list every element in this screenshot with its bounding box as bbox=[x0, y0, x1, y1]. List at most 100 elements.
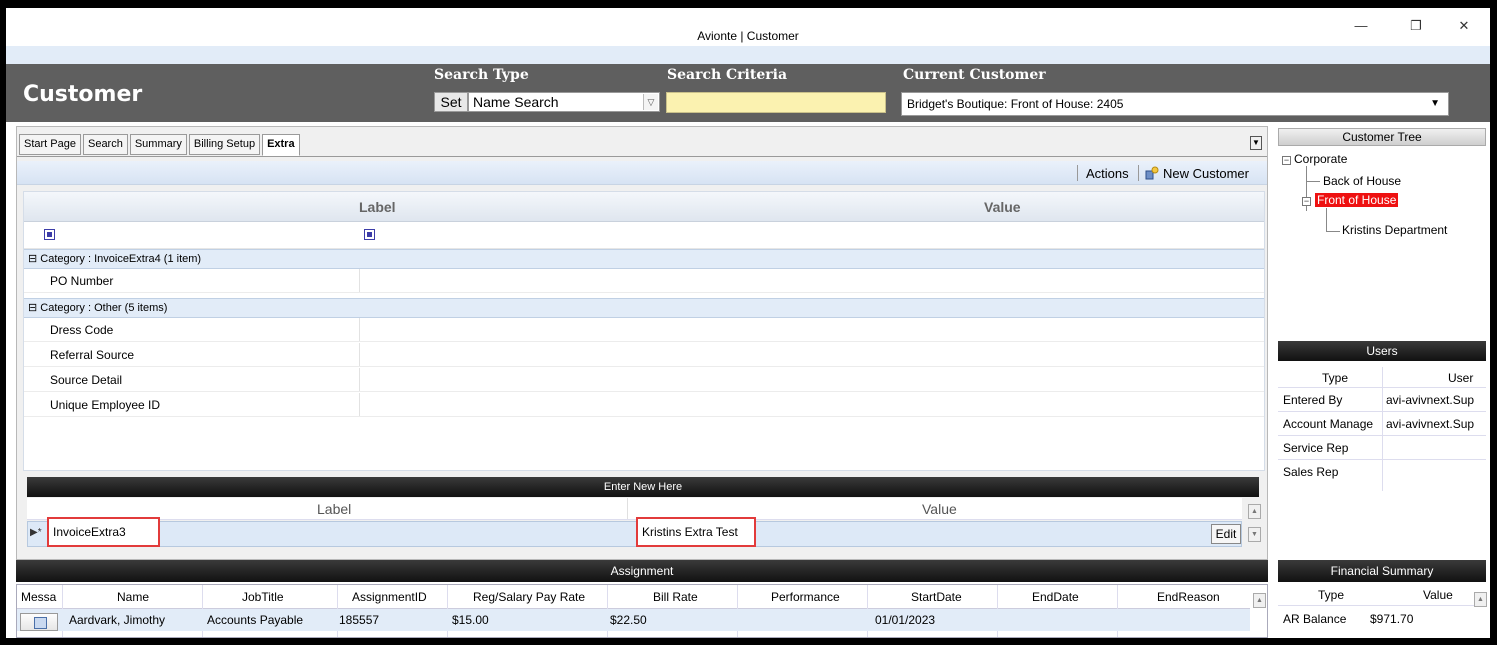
user-type: Entered By bbox=[1283, 393, 1343, 407]
row-pointer-icon: ▶* bbox=[30, 527, 42, 538]
row-label: Unique Employee ID bbox=[50, 398, 161, 412]
toolbar: Actions New Customer bbox=[17, 161, 1267, 185]
column-header[interactable]: Bill Rate bbox=[653, 590, 698, 604]
extra-fields-grid: Label Value ⊟ Category : InvoiceExtra4 (… bbox=[23, 191, 1265, 471]
financial-summary-panel: Financial Summary Type Value AR Balance … bbox=[1278, 560, 1487, 638]
column-header[interactable]: StartDate bbox=[911, 590, 962, 604]
current-customer-value: Bridget's Boutique: Front of House: 2405 bbox=[907, 97, 1124, 111]
category-row[interactable]: ⊟ Category : Other (5 items) bbox=[24, 298, 1264, 318]
finsum-type: AR Balance bbox=[1283, 612, 1347, 626]
column-header[interactable]: Performance bbox=[771, 590, 840, 604]
user-type: Account Manage bbox=[1283, 417, 1374, 431]
tree-node-back-of-house[interactable]: Back of House bbox=[1323, 174, 1401, 188]
tree-node-corporate[interactable]: Corporate bbox=[1294, 152, 1347, 166]
actions-menu[interactable]: Actions bbox=[1086, 166, 1129, 181]
customer-tree-panel: Customer Tree − Corporate Back of House … bbox=[1278, 128, 1486, 336]
table-row[interactable]: Aardvark, Jimothy Accounts Payable 18555… bbox=[17, 609, 1250, 631]
scroll-up-icon[interactable]: ▲ bbox=[1253, 593, 1266, 608]
toolbar-separator bbox=[1138, 165, 1139, 181]
column-header[interactable]: Messa bbox=[21, 590, 56, 604]
new-value-input[interactable]: Kristins Extra Test bbox=[636, 517, 756, 547]
close-icon[interactable]: ✕ bbox=[1454, 18, 1474, 34]
collapse-icon[interactable]: − bbox=[1302, 197, 1311, 206]
enter-new-header: Enter New Here bbox=[27, 477, 1259, 497]
finsum-value: $971.70 bbox=[1370, 612, 1414, 626]
tab-search[interactable]: Search bbox=[82, 134, 128, 155]
row-label: Source Detail bbox=[50, 373, 123, 387]
table-row[interactable]: Referral Source bbox=[24, 343, 1264, 367]
search-type-value: Name Search bbox=[473, 94, 559, 110]
column-header[interactable]: AssignmentID bbox=[352, 590, 427, 604]
new-customer-button[interactable]: New Customer bbox=[1163, 166, 1249, 181]
users-col-user: User bbox=[1448, 371, 1474, 385]
window-title: Avionte | Customer bbox=[697, 29, 799, 43]
chevron-down-icon[interactable]: ▼ bbox=[1430, 93, 1440, 115]
column-header[interactable]: EndDate bbox=[1032, 590, 1079, 604]
search-type-select[interactable]: Name Search ▽ bbox=[468, 92, 660, 112]
user-type: Service Rep bbox=[1283, 441, 1349, 455]
minimize-icon[interactable]: — bbox=[1351, 18, 1371, 34]
tab-list-dropdown-icon[interactable]: ▼ bbox=[1250, 136, 1262, 150]
users-col-type: Type bbox=[1322, 371, 1349, 385]
column-header[interactable]: Reg/Salary Pay Rate bbox=[473, 590, 585, 604]
new-customer-icon[interactable] bbox=[1145, 166, 1159, 180]
assignment-bill-rate: $22.50 bbox=[610, 613, 647, 627]
table-row[interactable]: Dress Code bbox=[24, 318, 1264, 342]
column-header-value[interactable]: Value bbox=[984, 199, 1021, 215]
table-row[interactable]: Source Detail bbox=[24, 368, 1264, 392]
tab-billing-setup[interactable]: Billing Setup bbox=[188, 134, 261, 155]
message-icon[interactable] bbox=[20, 613, 58, 631]
chevron-down-icon[interactable]: ▽ bbox=[643, 94, 658, 110]
scroll-up-icon[interactable]: ▲ bbox=[1474, 592, 1487, 607]
user-type: Sales Rep bbox=[1283, 465, 1339, 479]
finsum-col-type: Type bbox=[1318, 588, 1345, 602]
category-row[interactable]: ⊟ Category : InvoiceExtra4 (1 item) bbox=[24, 249, 1264, 269]
tree-node-front-of-house[interactable]: Front of House bbox=[1315, 193, 1399, 207]
tab-strip: Start Page Search Summary Billing Setup … bbox=[19, 134, 302, 156]
tab-extra[interactable]: Extra bbox=[262, 134, 300, 156]
filter-checkbox-icon[interactable] bbox=[364, 229, 375, 240]
tab-summary[interactable]: Summary bbox=[129, 134, 187, 155]
search-criteria-label: Search Criteria bbox=[667, 67, 788, 83]
collapse-icon[interactable]: − bbox=[1282, 156, 1291, 165]
enter-new-label-header: Label bbox=[317, 501, 352, 517]
user-name: avi-avivnext.Sup bbox=[1386, 417, 1475, 431]
column-header-label[interactable]: Label bbox=[359, 199, 396, 215]
column-header[interactable]: Name bbox=[117, 590, 149, 604]
search-type-label: Search Type bbox=[434, 67, 529, 83]
header-band: Customer Search Type Set Name Search ▽ S… bbox=[6, 64, 1490, 122]
ribbon-strip bbox=[6, 46, 1490, 64]
edit-button[interactable]: Edit bbox=[1211, 524, 1241, 544]
restore-icon[interactable]: ❐ bbox=[1406, 18, 1426, 34]
current-customer-select[interactable]: Bridget's Boutique: Front of House: 2405… bbox=[901, 92, 1449, 116]
assignment-name: Aardvark, Jimothy bbox=[69, 613, 166, 627]
current-customer-label: Current Customer bbox=[903, 67, 1046, 83]
filter-checkbox-icon[interactable] bbox=[44, 229, 55, 240]
filter-row bbox=[24, 223, 1264, 249]
assignment-job-title: Accounts Payable bbox=[207, 613, 304, 627]
scroll-up-icon[interactable]: ▲ bbox=[1248, 504, 1261, 519]
users-header: Users bbox=[1278, 341, 1486, 361]
grid-header: Label Value bbox=[24, 192, 1264, 222]
table-row[interactable]: PO Number bbox=[24, 269, 1264, 293]
row-label: Referral Source bbox=[50, 348, 135, 362]
new-label-input[interactable]: InvoiceExtra3 bbox=[47, 517, 160, 547]
column-header[interactable]: JobTitle bbox=[242, 590, 284, 604]
tree-node-kristins-department[interactable]: Kristins Department bbox=[1342, 223, 1447, 237]
enter-new-value-header: Value bbox=[922, 501, 957, 517]
user-name: avi-avivnext.Sup bbox=[1386, 393, 1475, 407]
set-button[interactable]: Set bbox=[434, 92, 468, 112]
scroll-down-icon[interactable]: ▼ bbox=[1248, 527, 1261, 542]
search-criteria-input[interactable] bbox=[666, 92, 886, 113]
title-bar: Avionte | Customer — ❐ ✕ bbox=[6, 8, 1490, 46]
row-label: PO Number bbox=[50, 274, 114, 288]
row-label: Dress Code bbox=[50, 323, 114, 337]
assignment-id: 185557 bbox=[339, 613, 380, 627]
tab-start-page[interactable]: Start Page bbox=[19, 134, 81, 155]
app-window: Avionte | Customer — ❐ ✕ Customer Search… bbox=[6, 8, 1490, 638]
customer-tree-header: Customer Tree bbox=[1278, 128, 1486, 146]
enter-new-columns: Label Value bbox=[27, 498, 1242, 520]
column-header[interactable]: EndReason bbox=[1157, 590, 1220, 604]
enter-new-row: ▶* InvoiceExtra3 Kristins Extra Test Edi… bbox=[27, 517, 1242, 547]
table-row[interactable]: Unique Employee ID bbox=[24, 393, 1264, 417]
